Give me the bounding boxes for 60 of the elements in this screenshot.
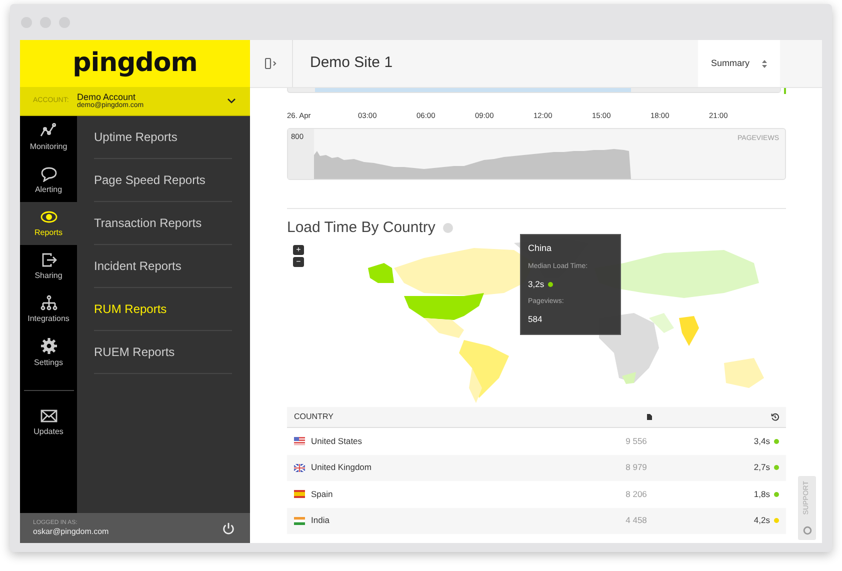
flag-icon — [294, 516, 305, 525]
view-select[interactable]: Summary — [698, 40, 780, 87]
eye-icon — [40, 208, 58, 224]
envelope-icon — [40, 408, 58, 424]
tooltip-value: 3,2s — [528, 278, 544, 291]
country-name: Spain — [311, 488, 334, 501]
load-time-value: 3,4s — [754, 434, 770, 448]
table-row[interactable]: India 4 458 4,2s — [287, 508, 786, 534]
nav-item[interactable]: Reports — [20, 202, 77, 245]
tooltip-value: 584 — [528, 313, 544, 326]
country-name: India — [311, 514, 330, 528]
nav-item[interactable]: Updates — [20, 401, 77, 444]
power-icon[interactable] — [222, 522, 235, 534]
menu-item[interactable]: RUM Reports — [94, 288, 232, 331]
document-icon[interactable] — [647, 414, 652, 420]
menu-item[interactable]: Transaction Reports — [94, 202, 232, 245]
column-header[interactable]: COUNTRY — [294, 411, 647, 423]
country-name: United Kingdom — [311, 461, 372, 474]
flag-icon — [294, 490, 305, 498]
pageviews-value: 8 206 — [624, 488, 647, 501]
load-time-value: 1,8s — [754, 488, 770, 501]
country-name: United States — [311, 434, 364, 448]
pageviews-value: 4 458 — [624, 514, 647, 528]
pageviews-value: 9 556 — [624, 434, 647, 448]
nav-item[interactable]: Alerting — [20, 159, 77, 202]
tooltip-country: China — [528, 242, 553, 255]
history-icon[interactable] — [771, 413, 779, 421]
load-time-value: 4,2s — [754, 514, 770, 528]
menu-item[interactable]: Uptime Reports — [94, 116, 232, 159]
share-icon — [40, 252, 58, 268]
section-title: Load Time By Country — [287, 218, 436, 238]
flag-icon — [294, 464, 305, 472]
zoom-out-button[interactable]: − — [293, 257, 304, 267]
speech-bubble-icon — [40, 166, 58, 182]
nav-item[interactable]: Sharing — [20, 245, 77, 288]
now-marker — [784, 88, 786, 94]
account-name: Demo Account — [77, 92, 136, 102]
zoom-in-button[interactable]: + — [293, 245, 304, 255]
menu-item[interactable]: RUEM Reports — [94, 331, 232, 374]
menu-item[interactable]: Page Speed Reports — [94, 159, 232, 202]
login-email: oskar@pingdom.com — [33, 526, 110, 536]
nav-item[interactable]: Settings — [20, 331, 77, 374]
lifebuoy-icon — [802, 526, 812, 535]
settings-icon — [40, 336, 58, 354]
site-title: Demo Site 1 — [310, 53, 394, 74]
line-graph-icon — [40, 122, 58, 138]
pageviews-value: 8 979 — [624, 461, 647, 474]
panel-toggle-icon — [265, 58, 277, 69]
timeline-range[interactable] — [315, 88, 632, 92]
hierarchy-icon — [40, 294, 58, 310]
menu-item[interactable]: Incident Reports — [94, 245, 232, 288]
nav-item[interactable]: Monitoring — [20, 116, 77, 159]
chevron-down-icon — [227, 98, 236, 104]
load-time-value: 2,7s — [754, 461, 770, 474]
brand-logo[interactable]: pingdom — [72, 44, 198, 83]
sort-caret-icon — [762, 60, 767, 68]
table-row[interactable]: United Kingdom 8 979 2,7s — [287, 454, 786, 481]
nav-item[interactable]: Integrations — [20, 288, 77, 331]
help-icon[interactable] — [443, 223, 454, 233]
flag-icon — [294, 437, 305, 446]
